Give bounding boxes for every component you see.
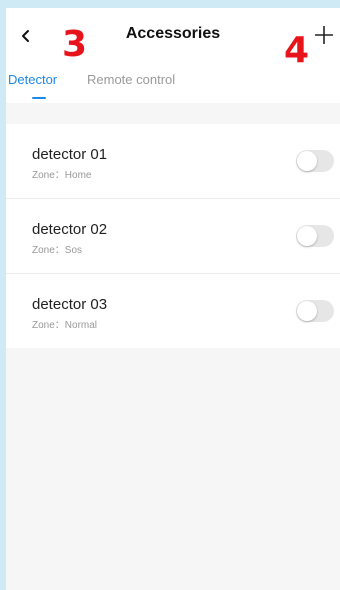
list-item[interactable]: detector 03 Zone：Normal [6,274,340,348]
tab-remote-control[interactable]: Remote control [87,72,175,87]
detector-name: detector 01 [32,146,108,163]
add-button[interactable] [310,21,338,49]
plus-icon [315,26,333,44]
header: Accessories 3 4 Detector Remote control [6,8,340,103]
detector-name: detector 02 [32,221,108,238]
active-tab-indicator [32,97,46,99]
toggle-knob [297,151,317,171]
detector-toggle[interactable] [296,225,334,247]
toggle-knob [297,226,317,246]
tab-bar: Detector Remote control [6,72,340,102]
list-item[interactable]: detector 01 Zone：Home [6,124,340,199]
annotation-marker-3: 3 [62,24,88,65]
detector-zone: Zone：Sos [32,245,83,256]
app-screen: Accessories 3 4 Detector Remote control … [6,8,340,590]
detector-zone: Zone：Normal [32,320,98,331]
detector-toggle[interactable] [296,150,334,172]
annotation-marker-4: 4 [284,30,310,71]
tab-detector[interactable]: Detector [8,72,57,87]
detector-zone: Zone：Home [32,170,92,181]
toggle-knob [297,301,317,321]
detector-name: detector 03 [32,296,108,313]
detector-toggle[interactable] [296,300,334,322]
detector-list: detector 01 Zone：Home detector 02 Zone：S… [6,124,340,348]
list-item[interactable]: detector 02 Zone：Sos [6,199,340,274]
